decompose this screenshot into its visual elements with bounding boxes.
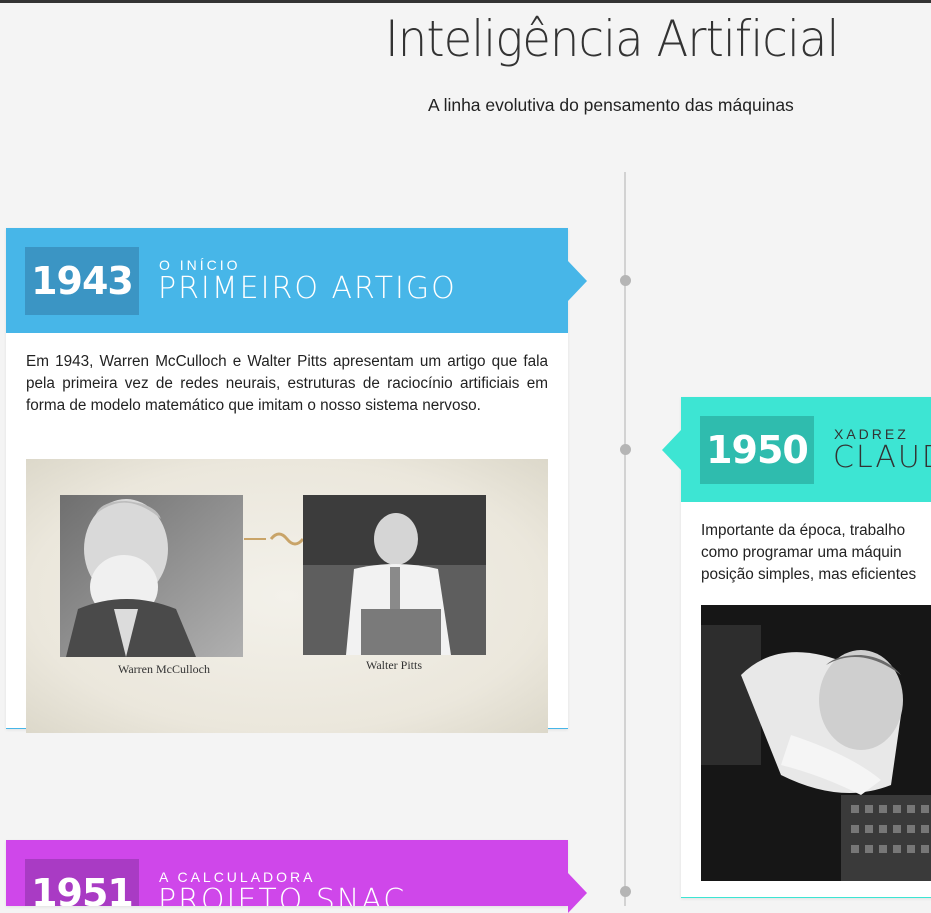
card-description-line: posição simples, mas eficientes <box>701 566 917 583</box>
timeline-dot-1951 <box>620 886 631 897</box>
card-description-line: como programar uma máquin <box>701 544 902 561</box>
timeline-dot-1943 <box>620 275 631 286</box>
card-description: Importante da época, trabalho como progr… <box>701 520 931 586</box>
card-description-line: Importante da época, trabalho <box>701 522 906 539</box>
card-header-arrow <box>568 261 587 301</box>
historical-photo <box>701 605 931 881</box>
timeline-card-1943: 1943 O INÍCIO PRIMEIRO ARTIGO Em 1943, W… <box>6 228 587 733</box>
card-header: 1951 A CALCULADORA PROJETO SNAC <box>6 840 568 906</box>
card-title: PROJETO SNAC <box>158 883 407 906</box>
page-title: Inteligência Artificial <box>385 10 839 68</box>
photo-caption-left: Warren McCulloch <box>118 662 210 676</box>
card-title: CLAUD <box>833 440 931 475</box>
year-badge: 1951 <box>25 859 139 906</box>
photo-illustration <box>701 605 931 881</box>
card-header-arrow <box>568 873 587 913</box>
year-badge: 1950 <box>700 416 814 484</box>
card-header: 1950 XADREZ CLAUD <box>662 397 931 502</box>
timeline-card-1950: 1950 XADREZ CLAUD Importante da época, t… <box>662 397 931 898</box>
page-subtitle: A linha evolutiva do pensamento das máqu… <box>428 95 794 115</box>
card-header: 1943 O INÍCIO PRIMEIRO ARTIGO <box>6 228 587 333</box>
timeline-card-1951: 1951 A CALCULADORA PROJETO SNAC <box>6 840 587 913</box>
card-title: PRIMEIRO ARTIGO <box>158 271 457 306</box>
photo-caption-right: Walter Pitts <box>366 658 422 672</box>
card-description: Em 1943, Warren McCulloch e Walter Pitts… <box>26 353 548 414</box>
timeline-dot-1950 <box>620 444 631 455</box>
window-top-border <box>0 0 931 3</box>
historical-photo: Warren McCulloch Walter Pitts <box>26 459 548 733</box>
photo-illustration: Warren McCulloch Walter Pitts <box>60 495 486 676</box>
year-badge: 1943 <box>25 247 139 315</box>
card-header-arrow <box>662 430 681 470</box>
